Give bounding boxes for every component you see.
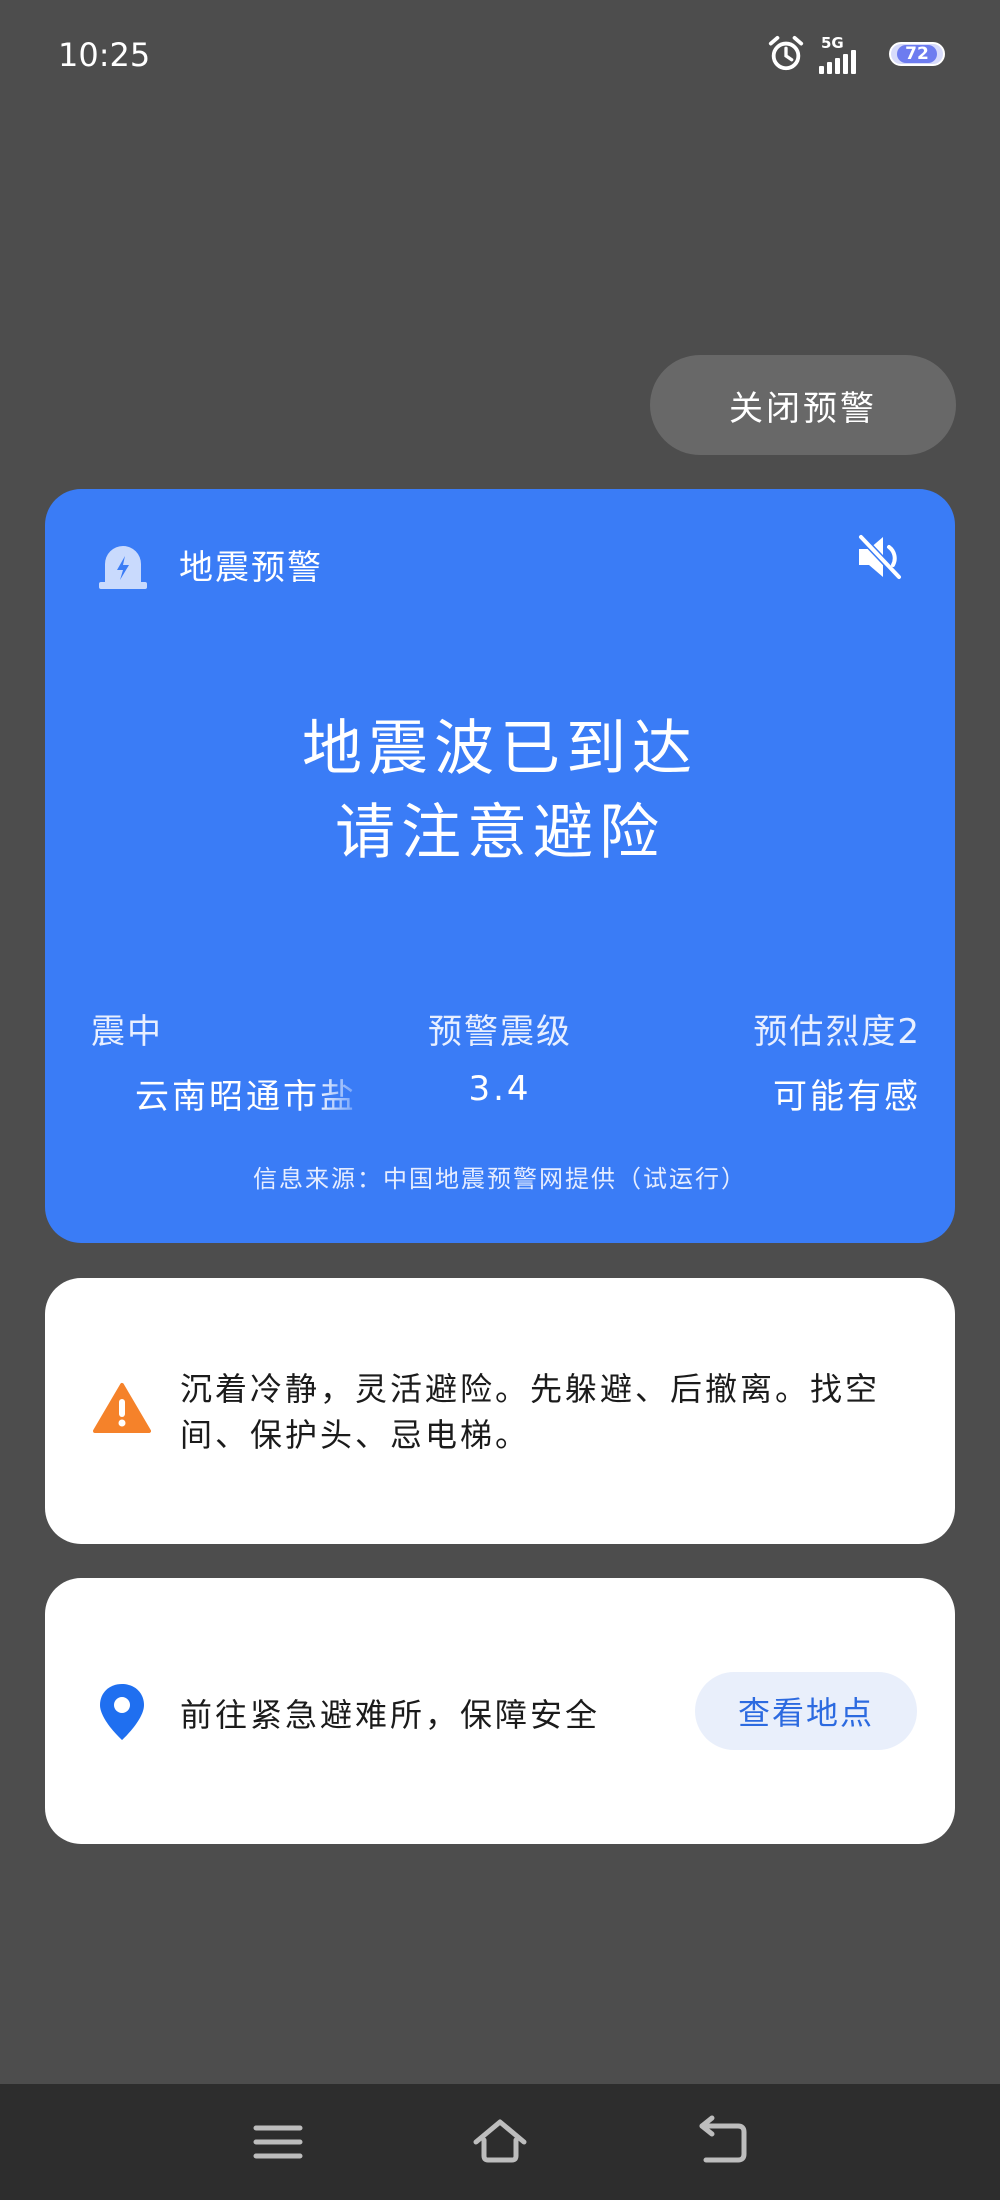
earthquake-alert-card: 地震预警 地震波已到达 请注意避险 震中 云南昭通市盐 预警震级 3.4 预估烈…: [45, 489, 955, 1243]
magnitude-label: 预警震级: [428, 1012, 572, 1052]
intensity-value: 可能有感: [773, 1077, 921, 1117]
intensity-stat: 预估烈度2 可能有感: [735, 1004, 921, 1118]
status-time: 10:25: [58, 36, 151, 74]
intensity-label: 预估烈度2: [753, 1012, 921, 1052]
view-location-button[interactable]: 查看地点: [695, 1672, 917, 1750]
siren-icon: [99, 546, 147, 589]
alert-header: 地震预警: [95, 529, 323, 599]
alert-title: 地震预警: [179, 547, 323, 588]
alert-message-line2: 请注意避险: [335, 798, 665, 868]
navigation-bar: [0, 2084, 1000, 2200]
close-warning-button[interactable]: 关闭预警: [650, 355, 956, 455]
menu-icon[interactable]: [248, 2112, 308, 2172]
back-icon[interactable]: [692, 2112, 752, 2172]
epicenter-value: 云南昭通市盐: [135, 1077, 357, 1117]
status-icons: 5G 72: [767, 34, 945, 74]
info-source: 信息来源：中国地震预警网提供（试运行）: [253, 1165, 747, 1193]
safety-tip-card: 沉着冷静，灵活避险。先躲避、后撤离。找空间、保护头、忌电梯。: [45, 1278, 955, 1544]
alert-message-line1: 地震波已到达: [302, 714, 698, 784]
shelter-text: 前往紧急避难所，保障安全: [180, 1696, 601, 1734]
battery-icon: 72: [889, 42, 945, 66]
alarm-clock-icon: [768, 35, 804, 71]
epicenter-label: 震中: [91, 1012, 163, 1052]
home-icon[interactable]: [470, 2112, 530, 2172]
epicenter-stat: 震中 云南昭通市盐: [91, 1004, 411, 1118]
shelter-card: 前往紧急避难所，保障安全 查看地点: [45, 1578, 955, 1844]
magnitude-value: 3.4: [468, 1069, 532, 1109]
alert-message: 地震波已到达 请注意避险: [45, 707, 955, 875]
magnitude-stat: 预警震级 3.4: [425, 1004, 575, 1109]
warning-triangle-icon: [93, 1383, 151, 1433]
battery-level: 72: [897, 45, 937, 63]
signal-icon: 5G: [819, 34, 875, 74]
mute-icon[interactable]: [851, 529, 907, 585]
status-bar: 10:25 5G 72: [0, 0, 1000, 110]
alert-stats: 震中 云南昭通市盐 预警震级 3.4 预估烈度2 可能有感: [45, 1004, 955, 1117]
location-pin-icon: [100, 1684, 144, 1740]
safety-tip-text: 沉着冷静，灵活避险。先躲避、后撤离。找空间、保护头、忌电梯。: [180, 1370, 881, 1454]
